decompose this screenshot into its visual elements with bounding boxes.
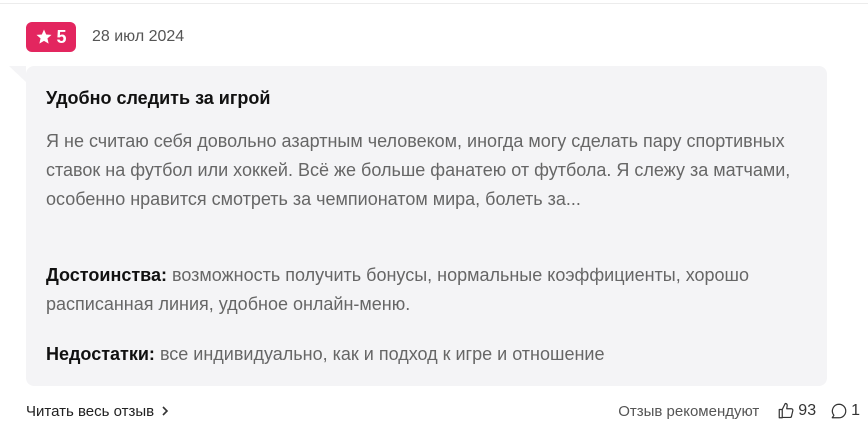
review-cons: Недостатки: все индивидуально, как и под… [46,340,816,369]
divider [0,3,868,4]
cons-label: Недостатки: [46,344,155,364]
comment-icon [831,403,847,419]
rating-badge: 5 [26,22,76,52]
read-more-label: Читать весь отзыв [26,402,155,420]
star-icon [36,29,52,44]
review-footer: Читать весь отзыв Отзыв рекомендуют 93 1 [26,398,868,424]
pros-label: Достоинства: [46,265,167,285]
likes-count: 93 [798,402,817,419]
review-text: Я не считаю себя довольно азартным челов… [46,131,791,209]
comments-button[interactable]: 1 [830,402,860,420]
like-button[interactable]: 93 [777,402,816,420]
review-card: Удобно следить за игрой Я не считаю себя… [26,66,827,386]
chevron-right-icon [162,406,169,416]
card-tail [9,66,26,82]
read-full-review-link[interactable]: Читать весь отзыв [26,403,170,420]
thumbs-up-icon [778,402,794,419]
review-title: Удобно следить за игрой [46,88,271,108]
comments-count: 1 [851,402,860,419]
recommend-label: Отзыв рекомендуют [618,402,760,420]
review-pros: Достоинства: возможность получить бонусы… [46,261,816,319]
review-date: 28 июл 2024 [92,28,185,45]
review-header: 5 28 июл 2024 [26,22,184,52]
cons-text: все индивидуально, как и подход к игре и… [159,344,605,364]
rating-value: 5 [56,26,67,47]
